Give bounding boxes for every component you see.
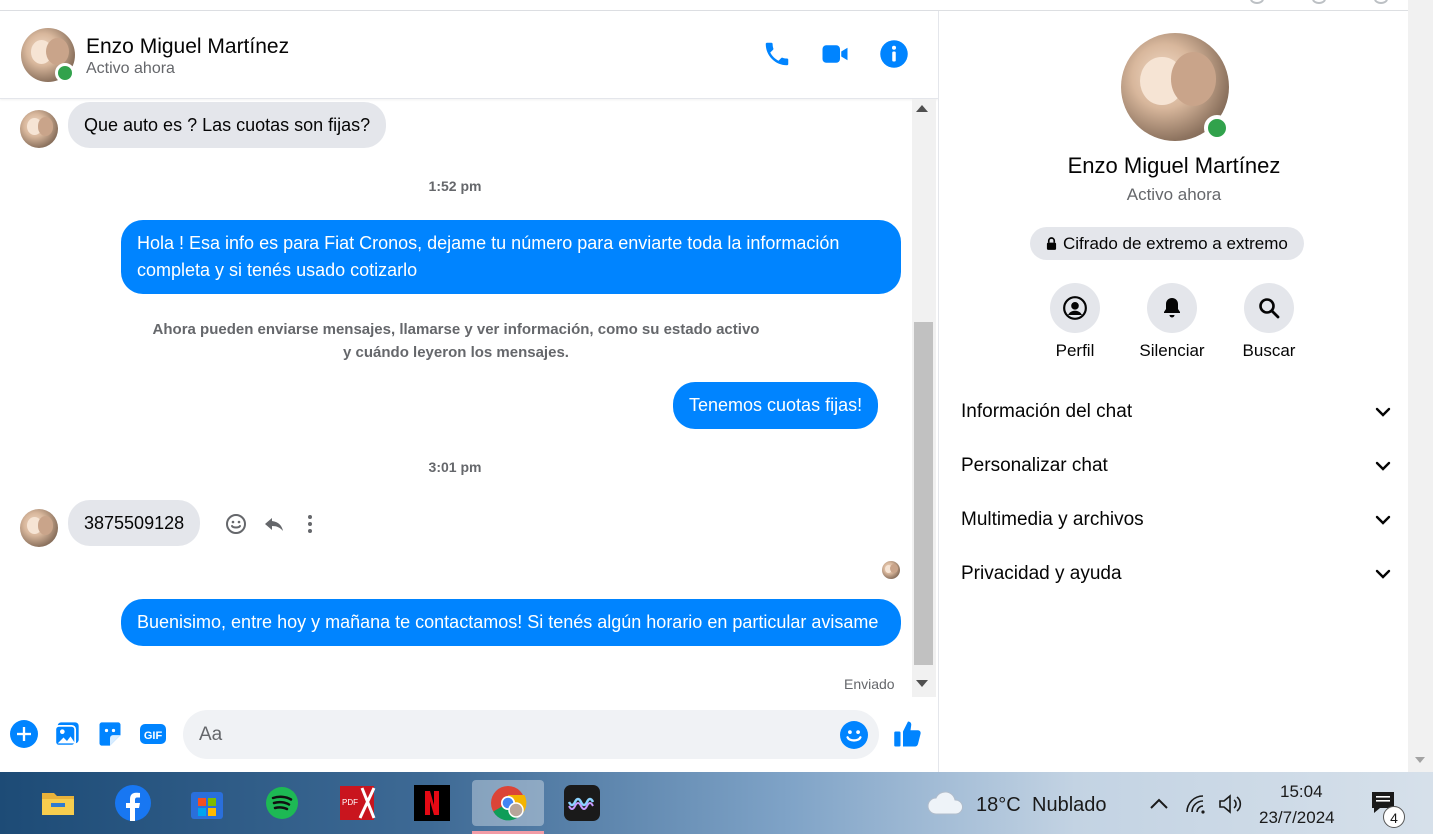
control-icon[interactable] bbox=[1374, 0, 1388, 4]
message-outgoing[interactable]: Hola ! Esa info es para Fiat Cronos, dej… bbox=[121, 220, 901, 294]
notice-line: y cuándo leyeron los mensajes. bbox=[343, 344, 569, 361]
composer: GIF bbox=[0, 700, 938, 772]
contact-status: Activo ahora bbox=[86, 60, 175, 77]
facebook-icon[interactable] bbox=[110, 780, 156, 826]
page-scrollbar[interactable] bbox=[1408, 0, 1433, 772]
message-outgoing[interactable]: Tenemos cuotas fijas! bbox=[673, 382, 879, 429]
messenger-window: Enzo Miguel Martínez Activo ahora Que au… bbox=[0, 0, 1433, 834]
chat-details-panel: Enzo Miguel Martínez Activo ahora Cifrad… bbox=[938, 11, 1408, 772]
plus-icon[interactable] bbox=[10, 720, 38, 748]
search-action[interactable]: Buscar bbox=[1219, 283, 1319, 361]
section-label: Privacidad y ayuda bbox=[961, 563, 1122, 584]
scroll-thumb[interactable] bbox=[914, 322, 933, 665]
section-label: Personalizar chat bbox=[961, 455, 1108, 476]
pdf-editor-icon[interactable]: PDF bbox=[334, 780, 380, 826]
chrome-icon[interactable] bbox=[472, 780, 544, 834]
video-call-icon[interactable] bbox=[820, 39, 850, 69]
mute-button[interactable] bbox=[1147, 283, 1197, 333]
encryption-label: Cifrado de extremo a extremo bbox=[1063, 233, 1288, 253]
action-label: Silenciar bbox=[1139, 341, 1205, 360]
section-chat-info[interactable]: Información del chat bbox=[961, 392, 1391, 432]
timestamp: 1:52 pm bbox=[428, 178, 482, 194]
section-label: Información del chat bbox=[961, 401, 1133, 422]
control-icon[interactable] bbox=[1312, 0, 1326, 4]
info-icon[interactable] bbox=[879, 39, 909, 69]
lock-icon bbox=[1046, 237, 1057, 250]
react-emoji-icon[interactable] bbox=[224, 512, 248, 536]
avatar[interactable] bbox=[20, 110, 58, 148]
gif-icon[interactable]: GIF bbox=[139, 720, 167, 748]
weather-temperature[interactable]: 18°C bbox=[976, 794, 1021, 817]
avatar[interactable] bbox=[20, 509, 58, 547]
emoji-icon[interactable] bbox=[840, 721, 868, 749]
profile-icon bbox=[1063, 296, 1087, 320]
action-label: Perfil bbox=[1055, 341, 1095, 360]
scroll-up-arrow-icon[interactable] bbox=[916, 105, 928, 112]
message-incoming[interactable]: 3875509128 bbox=[68, 500, 201, 546]
section-privacy-help[interactable]: Privacidad y ayuda bbox=[961, 554, 1391, 594]
spotify-icon[interactable] bbox=[259, 780, 305, 826]
mute-action[interactable]: Silenciar bbox=[1122, 283, 1222, 361]
section-label: Multimedia y archivos bbox=[961, 509, 1144, 530]
reply-icon[interactable] bbox=[262, 512, 286, 536]
search-button[interactable] bbox=[1244, 283, 1294, 333]
cloud-icon bbox=[927, 791, 963, 815]
scroll-down-arrow-icon[interactable] bbox=[916, 680, 928, 687]
window-controls bbox=[1250, 0, 1388, 4]
contact-name[interactable]: Enzo Miguel Martínez bbox=[86, 35, 289, 59]
netflix-icon[interactable] bbox=[409, 780, 455, 826]
message-input[interactable] bbox=[183, 710, 879, 759]
waveform-app-icon[interactable] bbox=[559, 780, 605, 826]
search-icon bbox=[1259, 298, 1280, 319]
volume-icon[interactable] bbox=[1218, 794, 1244, 814]
svg-text:GIF: GIF bbox=[144, 730, 163, 742]
chat-header: Enzo Miguel Martínez Activo ahora bbox=[0, 11, 938, 99]
file-explorer-icon[interactable] bbox=[35, 780, 81, 826]
profile-name: Enzo Miguel Martínez bbox=[1067, 153, 1281, 178]
sent-status: Enviado bbox=[844, 676, 895, 692]
svg-text:PDF: PDF bbox=[342, 798, 358, 807]
messages-scrollbar[interactable] bbox=[912, 99, 936, 697]
read-receipt-avatar bbox=[882, 561, 900, 579]
online-indicator bbox=[1204, 115, 1230, 141]
profile-action[interactable]: Perfil bbox=[1025, 283, 1125, 361]
microsoft-store-icon[interactable] bbox=[184, 780, 230, 826]
message-list: Que auto es ? Las cuotas son fijas? 1:52… bbox=[0, 99, 910, 697]
profile-button[interactable] bbox=[1050, 283, 1100, 333]
online-indicator bbox=[55, 63, 75, 83]
sticker-icon[interactable] bbox=[96, 720, 124, 748]
chevron-down-icon bbox=[1375, 407, 1391, 417]
clock-time[interactable]: 15:04 bbox=[1280, 782, 1323, 802]
phone-icon[interactable] bbox=[762, 39, 792, 69]
thumbs-up-icon[interactable] bbox=[893, 719, 923, 749]
encryption-notice: Ahora pueden enviarse mensajes, llamarse… bbox=[100, 318, 812, 364]
gallery-icon[interactable] bbox=[53, 720, 81, 748]
clock-date[interactable]: 23/7/2024 bbox=[1259, 808, 1335, 828]
wifi-icon[interactable] bbox=[1185, 794, 1209, 814]
message-incoming[interactable]: Que auto es ? Las cuotas son fijas? bbox=[68, 102, 387, 148]
chevron-up-icon[interactable] bbox=[1149, 796, 1169, 810]
profile-status: Activo ahora bbox=[1126, 185, 1222, 204]
action-label: Buscar bbox=[1242, 341, 1296, 360]
chevron-down-icon bbox=[1375, 461, 1391, 471]
bell-icon bbox=[1164, 298, 1180, 318]
more-options-icon[interactable] bbox=[300, 512, 320, 536]
section-customize-chat[interactable]: Personalizar chat bbox=[961, 446, 1391, 486]
timestamp: 3:01 pm bbox=[428, 459, 482, 475]
notice-line: Ahora pueden enviarse mensajes, llamarse… bbox=[152, 321, 760, 338]
control-icon[interactable] bbox=[1250, 0, 1264, 4]
taskbar: PDF 18°C Nublado 15:04 23/7/2024 4 bbox=[0, 772, 1433, 834]
scroll-down-arrow-icon[interactable] bbox=[1415, 757, 1425, 763]
top-strip bbox=[0, 0, 1408, 11]
section-media-files[interactable]: Multimedia y archivos bbox=[961, 500, 1391, 540]
chevron-down-icon bbox=[1375, 515, 1391, 525]
encryption-badge[interactable]: Cifrado de extremo a extremo bbox=[1030, 227, 1304, 260]
chevron-down-icon bbox=[1375, 569, 1391, 579]
notification-count: 4 bbox=[1383, 806, 1405, 828]
message-outgoing[interactable]: Buenisimo, entre hoy y mañana te contact… bbox=[121, 599, 901, 646]
weather-description[interactable]: Nublado bbox=[1032, 794, 1107, 817]
